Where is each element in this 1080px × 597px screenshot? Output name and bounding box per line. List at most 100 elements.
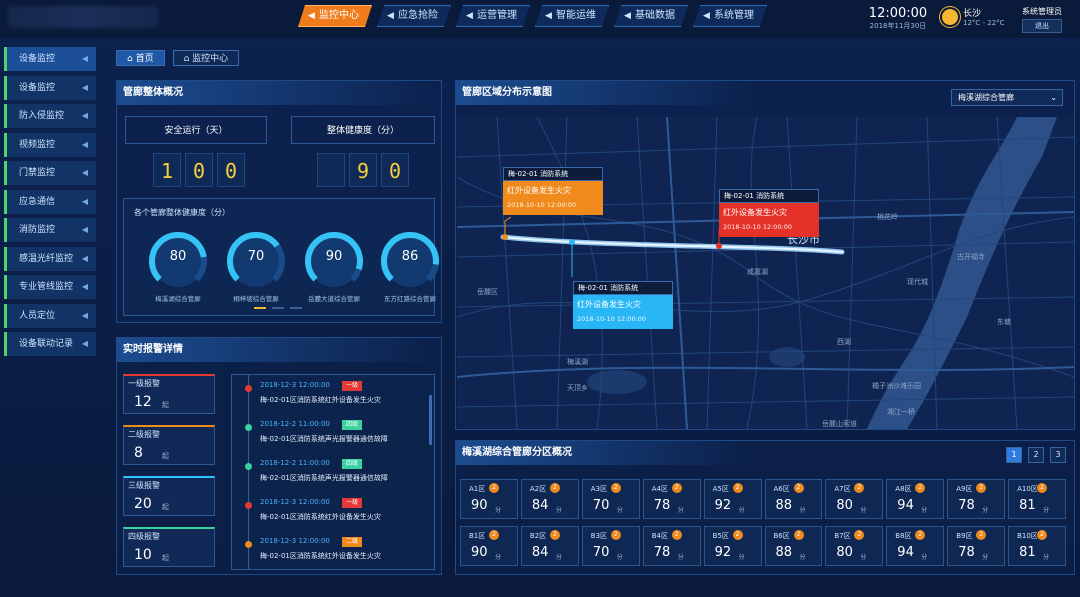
sidebar-item-6[interactable]: 消防监控 ◀	[4, 218, 96, 242]
map-place-label: 古开福寺	[957, 253, 985, 261]
gauge-name: 岳麓大道综合管廊	[308, 295, 360, 303]
sidebar-item-2[interactable]: 防入侵监控 ◀	[4, 104, 96, 128]
zone-card[interactable]: A2区 2 84 分	[520, 479, 579, 519]
callout-title: 红外设备发生火灾	[507, 186, 571, 195]
sidebar-item-10[interactable]: 设备联动记录 ◀	[4, 332, 96, 356]
event-time: 2018-12-3 12:00:00	[260, 537, 330, 545]
zone-name: A5区	[712, 485, 729, 493]
event-dot-icon	[245, 541, 252, 548]
zone-score: 81	[1019, 545, 1036, 560]
zone-card[interactable]: B10区 2 81 分	[1008, 526, 1066, 566]
tab-0[interactable]: ⌂ 首页	[116, 50, 165, 66]
chevron-left-icon: ◀	[81, 196, 88, 206]
sidebar-item-9[interactable]: 人员定位 ◀	[4, 303, 96, 328]
alarm-callout[interactable]: 梅-02-01 消防系统 红外设备发生火灾 2018-10-10 12:00:00	[573, 281, 673, 329]
callout-header: 梅-02-01 消防系统	[503, 167, 603, 181]
sidebar-item-label: 防入侵监控	[19, 111, 65, 121]
zone-score: 80	[836, 545, 853, 560]
zone-card[interactable]: A3区 2 70 分	[581, 479, 640, 519]
zone-name: A3区	[590, 485, 608, 493]
sidebar-item-3[interactable]: 视频监控 ◀	[4, 132, 96, 157]
nav-item-0[interactable]: ◀ 监控中心	[298, 5, 372, 27]
zone-score-unit: 分	[555, 507, 562, 514]
zones-panel: 梅溪湖综合管廊分区概况 123 A1区 2 90 分 A2区 2 84 分 A3区 2 70 分 A4区…	[455, 440, 1075, 575]
zone-card[interactable]: B8区 2 94 分	[886, 526, 945, 566]
page-button-3[interactable]: 3	[1050, 447, 1066, 463]
chevron-left-icon: ◀	[81, 54, 88, 63]
sidebar-item-label: 消防监控	[19, 225, 56, 235]
zone-alarm-badge: 2	[610, 530, 621, 540]
zone-card[interactable]: A5区 2 92 分	[703, 479, 762, 519]
alarm-level-unit: 起	[162, 452, 169, 460]
nav-item-1[interactable]: ◀ 应急抢险	[377, 5, 451, 27]
zone-card[interactable]: B1区 2 90 分	[460, 526, 518, 566]
zone-card[interactable]: B3区 2 70 分	[581, 526, 640, 566]
zone-name: B9区	[956, 532, 973, 540]
nav-item-3[interactable]: ◀ 智能运维	[535, 5, 609, 27]
zone-card[interactable]: B4区 2 78 分	[642, 526, 701, 566]
sidebar-item-5[interactable]: 应急通信 ◀	[4, 189, 96, 214]
zone-card[interactable]: A7区 2 80 分	[825, 479, 884, 519]
sidebar-item-label: 设备监控	[19, 82, 56, 93]
timeline-scrollbar[interactable]	[429, 395, 432, 445]
alarm-level-card[interactable]: 三级报警 20 起	[123, 476, 215, 516]
sidebar-item-7[interactable]: 感温光纤监控 ◀	[4, 246, 96, 271]
gauge-box: 各个管廊整体健康度（分） 80 梅溪湖综合管廊 70 桐梓坡综合管廊 90 岳麓大道综合管…	[123, 198, 439, 316]
chevron-left-icon: ◀	[81, 82, 88, 92]
zone-card[interactable]: B5区 2 92 分	[703, 526, 762, 566]
carousel-dot[interactable]	[272, 307, 284, 309]
zone-alarm-badge: 2	[915, 530, 926, 540]
zone-card[interactable]: A10区 2 81 分	[1008, 479, 1066, 519]
chevron-down-icon: ⌄	[1050, 93, 1057, 102]
zone-name: A6区	[773, 485, 790, 493]
zone-score: 78	[653, 545, 671, 560]
callout-body: 红外设备发生火灾 2018-10-10 12:00:00	[573, 295, 673, 329]
tab-1[interactable]: ⌂ 监控中心	[172, 50, 240, 66]
alarm-level-name: 三级报警	[128, 481, 160, 490]
zone-score: 84	[531, 498, 549, 513]
gauge-name: 东方红路综合管廊	[384, 295, 436, 303]
zone-card[interactable]: B7区 2 80 分	[825, 526, 884, 566]
nav-item-2[interactable]: ◀ 运营管理	[456, 5, 530, 27]
nav-item-label: 系统管理	[714, 10, 754, 21]
nav-item-4[interactable]: ◀ 基础数据	[614, 5, 688, 27]
health-gauge: 70 桐梓坡综合管廊	[224, 229, 288, 303]
zone-alarm-badge: 2	[854, 530, 865, 540]
zone-card[interactable]: A9区 2 78 分	[947, 479, 1006, 519]
nav-arrow-icon: ◀	[466, 11, 473, 21]
alarm-level-card[interactable]: 一级报警 12 起	[123, 374, 215, 414]
zone-card[interactable]: B9区 2 78 分	[947, 526, 1006, 566]
zone-card[interactable]: A4区 2 78 分	[642, 479, 701, 519]
nav-item-5[interactable]: ◀ 系统管理	[693, 5, 767, 27]
zone-score-unit: 分	[555, 554, 562, 561]
alarm-level-card[interactable]: 四级报警 10 起	[123, 527, 215, 567]
callout-header: 梅-02-01 消防系统	[719, 189, 819, 203]
alarm-callout[interactable]: 梅-02-01 消防系统 红外设备发生火灾 2018-10-10 12:00:00	[719, 189, 819, 237]
sidebar-item-8[interactable]: 专业管线监控 ◀	[4, 275, 96, 299]
page-button-2[interactable]: 2	[1028, 447, 1044, 463]
zone-card[interactable]: B6区 2 88 分	[764, 526, 823, 566]
event-level-badge: 四级	[342, 420, 363, 430]
alarm-level-count: 8	[134, 445, 143, 461]
zone-alarm-badge: 2	[1037, 530, 1048, 540]
alarm-timeline[interactable]: 2018-12-3 12:00:00 一级 梅-02-01区消防系统红外设备发生火灾…	[231, 374, 435, 570]
sidebar-item-1[interactable]: 设备监控 ◀	[4, 75, 96, 100]
carousel-dot[interactable]	[290, 307, 302, 309]
page-button-1[interactable]: 1	[1006, 447, 1022, 463]
city-map[interactable]: 长沙市 岳麓区 西湖 咸嘉湖 梅溪湖 天顶乡 橘子洲沙滩乐园 古开福寺 湘江一桥 桃花岭 现代城岳…	[457, 117, 1074, 429]
carousel-dot[interactable]	[254, 307, 266, 309]
zone-card[interactable]: A8区 2 94 分	[886, 479, 945, 519]
zone-score-unit: 分	[677, 554, 684, 561]
sidebar-item-label: 视频监控	[19, 139, 56, 150]
alarm-level-card[interactable]: 二级报警 8 起	[123, 425, 215, 465]
sidebar-item-0[interactable]: 设备监控 ◀	[4, 47, 96, 71]
zone-card[interactable]: A6区 2 88 分	[764, 479, 823, 519]
zone-score: 94	[897, 498, 914, 513]
zone-card[interactable]: B2区 2 84 分	[520, 526, 579, 566]
alarm-callout[interactable]: 梅-02-01 消防系统 红外设备发生火灾 2018-10-10 12:00:00	[503, 167, 603, 215]
zone-name: A8区	[895, 485, 912, 493]
sidebar-item-4[interactable]: 门禁监控 ◀	[4, 161, 96, 185]
zone-card[interactable]: A1区 2 90 分	[460, 479, 518, 519]
region-select[interactable]: 梅溪湖综合管廊 ⌄	[951, 89, 1063, 106]
logout-button[interactable]: 退出	[1022, 19, 1062, 33]
